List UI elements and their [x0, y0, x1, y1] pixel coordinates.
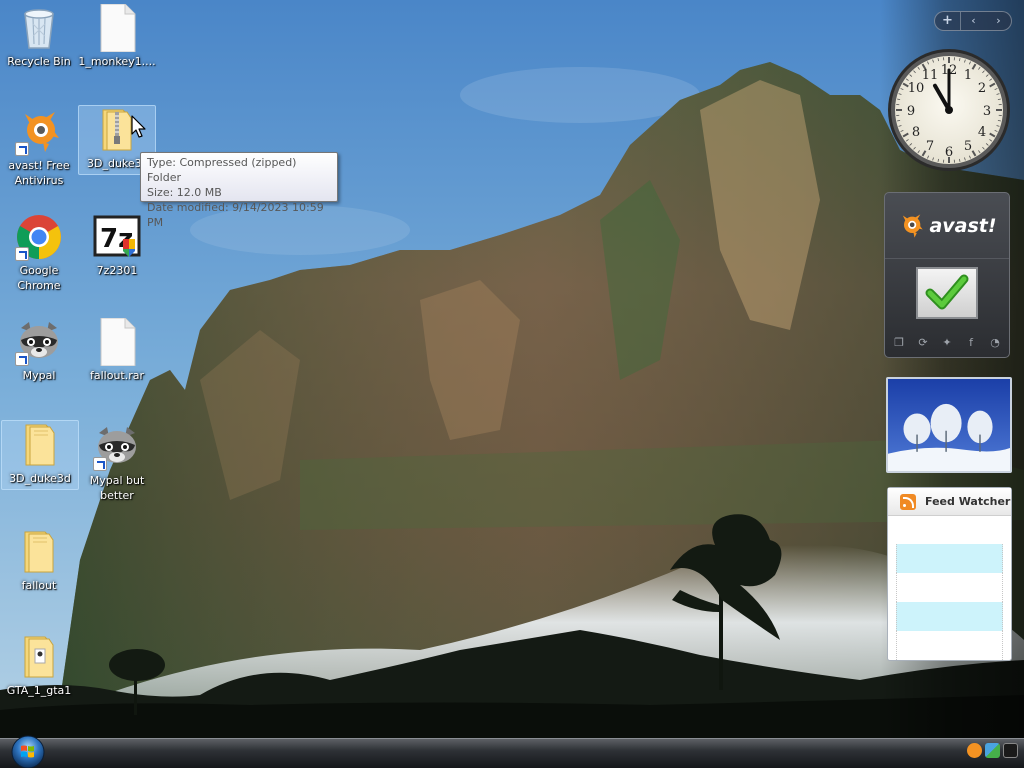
avast-gadget-header: avast!	[885, 193, 1009, 259]
shortcut-arrow-icon	[15, 142, 29, 156]
feed-item[interactable]	[896, 631, 1003, 660]
svg-text:6: 6	[945, 145, 953, 160]
avast-gadget[interactable]: avast! ❐ ⟳ ✦ f ◔	[884, 192, 1010, 358]
7z-installer-icon-item[interactable]: 7z 7z2301	[78, 213, 156, 278]
fallout-folder-icon-item[interactable]: fallout	[0, 528, 78, 593]
tooltip-date: Date modified: 9/14/2023 10:59 PM	[147, 201, 324, 229]
desktop-icon-label: 7z2301	[96, 264, 138, 277]
avast-icon	[15, 108, 63, 156]
desktop-icon-label: fallout	[21, 579, 57, 592]
desktop-icon-label: Mypal	[22, 369, 56, 382]
recycle-bin-icon	[15, 4, 63, 52]
tooltip-type: Type: Compressed (zipped) Folder	[147, 156, 297, 184]
volume-tray-icon[interactable]	[1003, 743, 1018, 758]
file-icon-item[interactable]: 1_monkey1....	[78, 3, 156, 69]
add-gadget-button[interactable]: +	[935, 12, 961, 30]
taskbar	[0, 738, 1024, 768]
desktop-icon-label: avast! Free Antivirus	[8, 159, 70, 187]
tooltip-size: Size: 12.0 MB	[147, 186, 222, 199]
svg-text:10: 10	[908, 81, 925, 96]
avast-brand: avast!	[929, 214, 997, 237]
desktop-icon-label: Mypal but better	[89, 474, 145, 502]
feed-watcher-gadget[interactable]: Feed Watcher	[887, 487, 1012, 661]
svg-text:3: 3	[983, 104, 991, 119]
desktop-icon-label: 3D_duke3d	[9, 472, 71, 485]
folder-icon-item[interactable]: 3D_duke3d	[1, 420, 79, 490]
open-window-icon[interactable]: ❐	[893, 337, 905, 349]
avast-icon-item[interactable]: avast! Free Antivirus	[0, 108, 78, 188]
rss-feed-icon	[900, 493, 916, 510]
folder-icon	[15, 633, 63, 681]
raccoon-icon	[15, 318, 63, 366]
facebook-icon[interactable]: f	[965, 337, 977, 349]
previous-gadget-page-button[interactable]: ‹	[961, 12, 986, 30]
avast-tray-icon[interactable]	[967, 743, 982, 758]
update-icon[interactable]: ⟳	[917, 337, 929, 349]
svg-text:4: 4	[978, 125, 986, 140]
mouse-cursor-icon	[131, 115, 146, 138]
svg-text:7: 7	[926, 139, 934, 154]
desktop-icon-label: fallout.rar	[89, 369, 145, 382]
slideshow-gadget[interactable]	[886, 377, 1012, 473]
svg-text:11: 11	[922, 68, 939, 83]
start-button[interactable]	[6, 734, 50, 768]
desktop-icon-label: GTA_1_gta1	[6, 684, 72, 697]
7zip-icon: 7z	[93, 213, 141, 261]
desktop-icon-label: 1_monkey1....	[78, 55, 156, 68]
folder-icon	[16, 421, 64, 469]
shortcut-arrow-icon	[15, 247, 29, 261]
shortcut-arrow-icon	[93, 457, 107, 471]
network-tray-icon[interactable]	[985, 743, 1000, 758]
mypal-icon-item[interactable]: Mypal	[0, 318, 78, 383]
desktop-icon-label: Recycle Bin	[7, 55, 71, 68]
desktop-icon-label: Google Chrome	[17, 264, 61, 292]
protection-status-indicator[interactable]	[916, 267, 978, 319]
feed-item[interactable]	[896, 544, 1003, 573]
checkmark-icon	[925, 274, 969, 310]
gta-folder-icon-item[interactable]: GTA_1_gta1	[0, 633, 78, 698]
blank-file-icon	[93, 317, 141, 367]
avast-gadget-toolbar: ❐ ⟳ ✦ f ◔	[893, 337, 1001, 349]
feed-watcher-title: Feed Watcher	[925, 495, 1011, 508]
svg-text:2: 2	[978, 81, 986, 96]
system-tray	[967, 743, 1018, 758]
svg-text:9: 9	[907, 104, 915, 119]
svg-text:1: 1	[964, 68, 972, 83]
shortcut-arrow-icon	[15, 352, 29, 366]
twitter-icon[interactable]: ✦	[941, 337, 953, 349]
rar-file-icon-item[interactable]: fallout.rar	[78, 317, 156, 383]
mypal-better-icon-item[interactable]: Mypal but better	[78, 423, 156, 503]
feed-item[interactable]	[896, 573, 1003, 602]
raccoon-icon	[93, 423, 141, 471]
file-tooltip: Type: Compressed (zipped) Folder Size: 1…	[140, 152, 338, 229]
sidebar-controls: + ‹ ›	[934, 11, 1012, 31]
next-gadget-page-button[interactable]: ›	[986, 12, 1011, 30]
clock-gadget[interactable]: 12 1 2 3 4 5 6 7 8 9 10 11	[886, 47, 1012, 173]
google-chrome-icon-item[interactable]: Google Chrome	[0, 213, 78, 293]
chrome-icon	[15, 213, 63, 261]
svg-text:8: 8	[912, 125, 920, 140]
svg-text:5: 5	[964, 139, 972, 154]
feed-item[interactable]	[896, 602, 1003, 631]
folder-icon	[15, 528, 63, 576]
recycle-bin-icon-item[interactable]: Recycle Bin	[0, 4, 78, 69]
blank-file-icon	[93, 3, 141, 53]
feed-watcher-header: Feed Watcher	[888, 488, 1011, 516]
avast-logo-icon	[903, 213, 924, 238]
rss-icon[interactable]: ◔	[989, 337, 1001, 349]
